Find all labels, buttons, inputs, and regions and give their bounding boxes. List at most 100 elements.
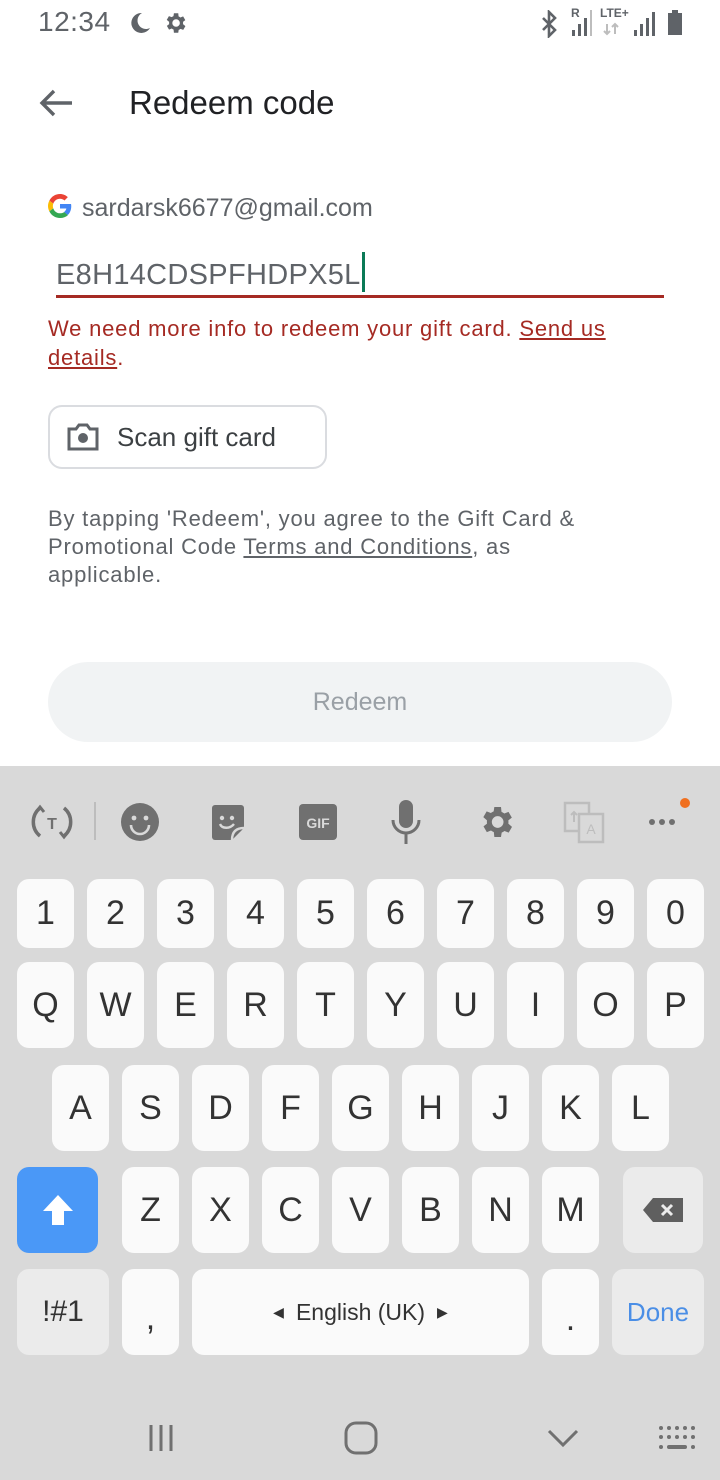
shift-key[interactable]	[17, 1167, 98, 1253]
key-a[interactable]: A	[52, 1065, 109, 1151]
backspace-key[interactable]	[623, 1167, 703, 1253]
key-6[interactable]: 6	[367, 879, 424, 948]
emoji-icon[interactable]	[118, 800, 162, 844]
key-9[interactable]: 9	[577, 879, 634, 948]
night-mode-icon	[128, 10, 152, 41]
error-text: We need more info to redeem your gift ca…	[48, 316, 520, 341]
key-t[interactable]: T	[297, 962, 354, 1048]
key-g[interactable]: G	[332, 1065, 389, 1151]
key-u[interactable]: U	[437, 962, 494, 1048]
back-button[interactable]	[30, 82, 82, 128]
error-suffix: .	[117, 345, 125, 370]
language-left-arrow-icon: ◀	[273, 1303, 284, 1320]
text-cursor	[361, 252, 365, 292]
navigation-bar	[0, 1400, 720, 1480]
error-message: We need more info to redeem your gift ca…	[48, 314, 678, 372]
more-icon[interactable]	[642, 800, 686, 844]
key-d[interactable]: D	[192, 1065, 249, 1151]
key-z[interactable]: Z	[122, 1167, 179, 1253]
status-bar: 12:34 R LTE+	[0, 0, 720, 48]
microphone-icon[interactable]	[384, 800, 428, 844]
network-label: LTE+	[600, 6, 629, 20]
svg-text:A: A	[586, 821, 596, 837]
key-0[interactable]: 0	[647, 879, 704, 948]
space-language-label: English (UK)	[295, 1298, 426, 1325]
key-k[interactable]: K	[542, 1065, 599, 1151]
key-4[interactable]: 4	[227, 879, 284, 948]
shift-arrow-icon	[40, 1192, 76, 1228]
google-g-icon	[48, 194, 72, 223]
terms-link[interactable]: Terms and Conditions	[243, 534, 472, 559]
toolbar-divider	[94, 802, 96, 840]
symbols-key[interactable]: !#1	[17, 1269, 109, 1355]
keyboard-switch-button[interactable]	[652, 1416, 702, 1460]
notification-dot	[680, 798, 690, 808]
language-right-arrow-icon: ▶	[437, 1303, 448, 1320]
sticker-icon[interactable]	[206, 800, 250, 844]
redeem-button[interactable]: Redeem	[48, 662, 672, 742]
bluetooth-icon	[538, 8, 560, 43]
status-time: 12:34	[38, 6, 111, 37]
code-input-value: E8H14CDSPFHDPX5L	[56, 259, 361, 291]
svg-text:T: T	[47, 816, 57, 833]
key-w[interactable]: W	[87, 962, 144, 1048]
svg-text:GIF: GIF	[306, 815, 330, 831]
home-icon	[343, 1420, 379, 1456]
battery-icon	[666, 8, 684, 43]
account-email: sardarsk6677@gmail.com	[82, 194, 373, 222]
key-o[interactable]: O	[577, 962, 634, 1048]
period-key[interactable]: .	[542, 1269, 599, 1355]
key-r[interactable]: R	[227, 962, 284, 1048]
comma-key[interactable]: ,	[122, 1269, 179, 1355]
hide-keyboard-icon	[546, 1428, 580, 1448]
key-m[interactable]: M	[542, 1167, 599, 1253]
text-correction-icon[interactable]: T	[30, 800, 74, 844]
camera-icon	[67, 423, 99, 451]
lte-plus-data-icon: LTE+	[600, 6, 629, 43]
key-y[interactable]: Y	[367, 962, 424, 1048]
key-f[interactable]: F	[262, 1065, 319, 1151]
key-i[interactable]: I	[507, 962, 564, 1048]
keyboard-settings-icon[interactable]	[474, 800, 518, 844]
terms-text: By tapping 'Redeem', you agree to the Gi…	[48, 505, 628, 589]
recents-icon	[145, 1422, 177, 1454]
key-e[interactable]: E	[157, 962, 214, 1048]
key-s[interactable]: S	[122, 1065, 179, 1151]
app-bar: Redeem code	[0, 60, 720, 150]
code-input[interactable]: E8H14CDSPFHDPX5L	[56, 244, 664, 298]
page-title: Redeem code	[129, 84, 335, 121]
key-q[interactable]: Q	[17, 962, 74, 1048]
keyboard-toolbar: T GIF A	[0, 766, 720, 876]
key-5[interactable]: 5	[297, 879, 354, 948]
keyboard-switch-icon	[657, 1425, 697, 1451]
roaming-signal-icon: R	[568, 6, 596, 43]
key-x[interactable]: X	[192, 1167, 249, 1253]
key-v[interactable]: V	[332, 1167, 389, 1253]
key-p[interactable]: P	[647, 962, 704, 1048]
recents-button[interactable]	[136, 1416, 186, 1460]
key-l[interactable]: L	[612, 1065, 669, 1151]
key-3[interactable]: 3	[157, 879, 214, 948]
space-key[interactable]: ◀ English (UK) ▶	[192, 1269, 529, 1355]
key-c[interactable]: C	[262, 1167, 319, 1253]
scan-gift-card-label: Scan gift card	[117, 421, 276, 452]
key-b[interactable]: B	[402, 1167, 459, 1253]
key-1[interactable]: 1	[17, 879, 74, 948]
account-row: sardarsk6677@gmail.com	[48, 194, 373, 223]
roaming-label: R	[571, 6, 580, 20]
key-2[interactable]: 2	[87, 879, 144, 948]
done-key[interactable]: Done	[612, 1269, 704, 1355]
arrow-back-icon	[38, 87, 74, 124]
key-j[interactable]: J	[472, 1065, 529, 1151]
key-n[interactable]: N	[472, 1167, 529, 1253]
home-button[interactable]	[336, 1416, 386, 1460]
key-8[interactable]: 8	[507, 879, 564, 948]
hide-keyboard-button[interactable]	[538, 1416, 588, 1460]
key-7[interactable]: 7	[437, 879, 494, 948]
translate-icon[interactable]: A	[562, 800, 606, 844]
key-h[interactable]: H	[402, 1065, 459, 1151]
scan-gift-card-button[interactable]: Scan gift card	[48, 405, 327, 469]
signal-icon	[632, 8, 658, 43]
backspace-icon	[641, 1196, 685, 1224]
gif-icon[interactable]: GIF	[296, 800, 340, 844]
